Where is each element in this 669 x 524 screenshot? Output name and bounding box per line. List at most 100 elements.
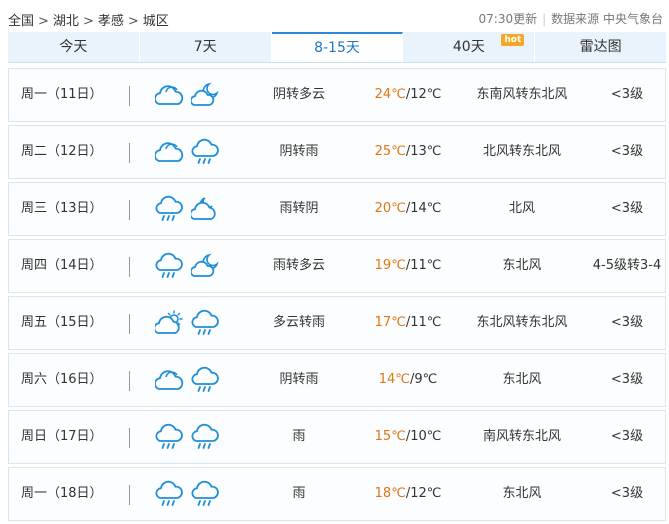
breadcrumb-item-city[interactable]: 孝感 <box>98 14 124 29</box>
forecast-row: 周一（11日） 阴转多云 24℃/12℃ 东南风转东北风 <3级 <box>8 68 666 122</box>
wind-direction: 北风转东北风 <box>482 144 561 159</box>
rain-icon <box>191 423 219 449</box>
breadcrumb-item-province[interactable]: 湖北 <box>53 14 79 29</box>
weather-icons <box>155 80 225 112</box>
weather-icons <box>155 194 225 226</box>
wind-direction: 北风 <box>508 201 535 216</box>
temperature-low: /12℃ <box>405 486 442 501</box>
temperature-high: 25℃ <box>374 144 406 159</box>
forecast-list: 周一（11日） 阴转多云 24℃/12℃ 东南风转东北风 <3级 周二（12日）… <box>8 68 666 524</box>
breadcrumb-item-country[interactable]: 全国 <box>8 14 34 29</box>
temperature-low: /11℃ <box>405 315 442 330</box>
cloudy-night-icon <box>191 197 216 220</box>
weather-description: 雨 <box>292 486 306 501</box>
weather-icons <box>155 308 225 340</box>
forecast-day: 周六（16日） <box>21 372 103 387</box>
row-divider <box>129 485 130 505</box>
weather-icons <box>155 137 225 169</box>
wind-direction: 东南风转东北风 <box>476 87 568 102</box>
forecast-row: 周三（13日） 雨转阴 20℃/14℃ 北风 <3级 <box>8 182 666 236</box>
cloudy-icon <box>155 142 184 162</box>
forecast-day: 周三（13日） <box>21 201 103 216</box>
breadcrumb-separator: > <box>38 14 49 29</box>
temperature-high: 20℃ <box>374 201 406 216</box>
tab-7-days[interactable]: 7天 <box>139 32 272 62</box>
forecast-day: 周一（18日） <box>21 486 103 501</box>
temperature-high: 24℃ <box>374 87 406 102</box>
row-divider <box>129 200 130 220</box>
weather-icons <box>155 422 225 454</box>
data-source: 数据来源 中央气象台 <box>551 12 663 26</box>
temperature: 20℃/14℃ <box>353 183 463 235</box>
wind-direction: 南风转东北风 <box>482 429 561 444</box>
tab-today[interactable]: 今天 <box>8 32 140 62</box>
temperature: 18℃/12℃ <box>353 468 463 520</box>
breadcrumb-item-district: 城区 <box>142 14 169 29</box>
temperature-high: 15℃ <box>374 429 406 444</box>
rain-icon <box>191 138 219 164</box>
weather-icons <box>155 251 225 283</box>
temperature-low: /14℃ <box>405 201 442 216</box>
hot-badge: hot <box>501 34 525 46</box>
cloudy-icon <box>155 370 184 390</box>
weather-description: 雨转多云 <box>272 258 325 273</box>
temperature-low: /9℃ <box>409 372 438 387</box>
row-divider <box>129 86 130 106</box>
tab-radar[interactable]: 雷达图 <box>535 32 666 62</box>
rain-icon <box>191 480 219 506</box>
wind-level: <3级 <box>610 429 644 444</box>
weather-icons <box>155 479 225 511</box>
wind-level: <3级 <box>610 315 644 330</box>
tab-40-days[interactable]: 40天 hot <box>403 32 536 62</box>
wind-level: <3级 <box>610 87 644 102</box>
weather-description: 雨 <box>292 429 306 444</box>
forecast-row: 周日（17日） 雨 15℃/10℃ 南风转东北风 <3级 <box>8 410 666 464</box>
wind-direction: 东北风转东北风 <box>476 315 568 330</box>
temperature: 17℃/11℃ <box>353 297 463 349</box>
row-divider <box>129 143 130 163</box>
forecast-day: 周日（17日） <box>21 429 103 444</box>
weather-description: 阴转雨 <box>279 144 319 159</box>
forecast-row: 周一（18日） 雨 18℃/12℃ 东北风 <3级 <box>8 467 666 521</box>
temperature-low: /11℃ <box>405 258 442 273</box>
partly-cloudy-night-icon <box>191 253 219 277</box>
update-time: 07:30更新 <box>478 12 538 26</box>
update-info: 07:30更新 | 数据来源 中央气象台 <box>479 10 663 27</box>
forecast-day: 周二（12日） <box>21 144 103 159</box>
temperature-high: 17℃ <box>374 315 406 330</box>
row-divider <box>129 428 130 448</box>
forecast-day: 周五（15日） <box>21 315 103 330</box>
wind-direction: 东北风 <box>502 258 542 273</box>
weather-description: 雨转阴 <box>279 201 319 216</box>
weather-icons <box>155 365 225 397</box>
weather-description: 多云转雨 <box>272 315 325 330</box>
forecast-row: 周二（12日） 阴转雨 25℃/13℃ 北风转东北风 <3级 <box>8 125 666 179</box>
forecast-row: 周六（16日） 阴转雨 14℃/9℃ 东北风 <3级 <box>8 353 666 407</box>
partly-cloudy-day-icon <box>155 310 183 334</box>
forecast-day: 周四（14日） <box>21 258 103 273</box>
temperature-high: 18℃ <box>374 486 406 501</box>
row-divider <box>129 371 130 391</box>
tab-8-15-days[interactable]: 8-15天 <box>271 32 404 62</box>
wind-level: <3级 <box>610 372 644 387</box>
cloudy-icon <box>155 85 184 105</box>
row-divider <box>129 314 130 334</box>
wind-level: <3级 <box>610 201 644 216</box>
tab-40-days-label: 40天 <box>452 39 485 55</box>
meta-divider: | <box>542 12 547 26</box>
temperature: 19℃/11℃ <box>353 240 463 292</box>
temperature-high: 14℃ <box>378 372 410 387</box>
temperature-low: /10℃ <box>405 429 442 444</box>
temperature-low: /12℃ <box>405 87 442 102</box>
forecast-row: 周四（14日） 雨转多云 19℃/11℃ 东北风 4-5级转3-4 <box>8 239 666 293</box>
wind-direction: 东北风 <box>502 372 542 387</box>
temperature: 24℃/12℃ <box>353 69 463 121</box>
breadcrumb: 全国 > 湖北 > 孝感 > 城区 <box>8 10 169 29</box>
forecast-day: 周一（11日） <box>21 87 103 102</box>
breadcrumb-separator: > <box>82 14 94 29</box>
rain-icon <box>191 309 219 335</box>
rain-icon <box>155 480 183 506</box>
temperature-high: 19℃ <box>374 258 406 273</box>
forecast-row: 周五（15日） 多云转雨 17℃/11℃ 东北风转东北风 <3级 <box>8 296 666 350</box>
weather-description: 阴转雨 <box>279 372 319 387</box>
